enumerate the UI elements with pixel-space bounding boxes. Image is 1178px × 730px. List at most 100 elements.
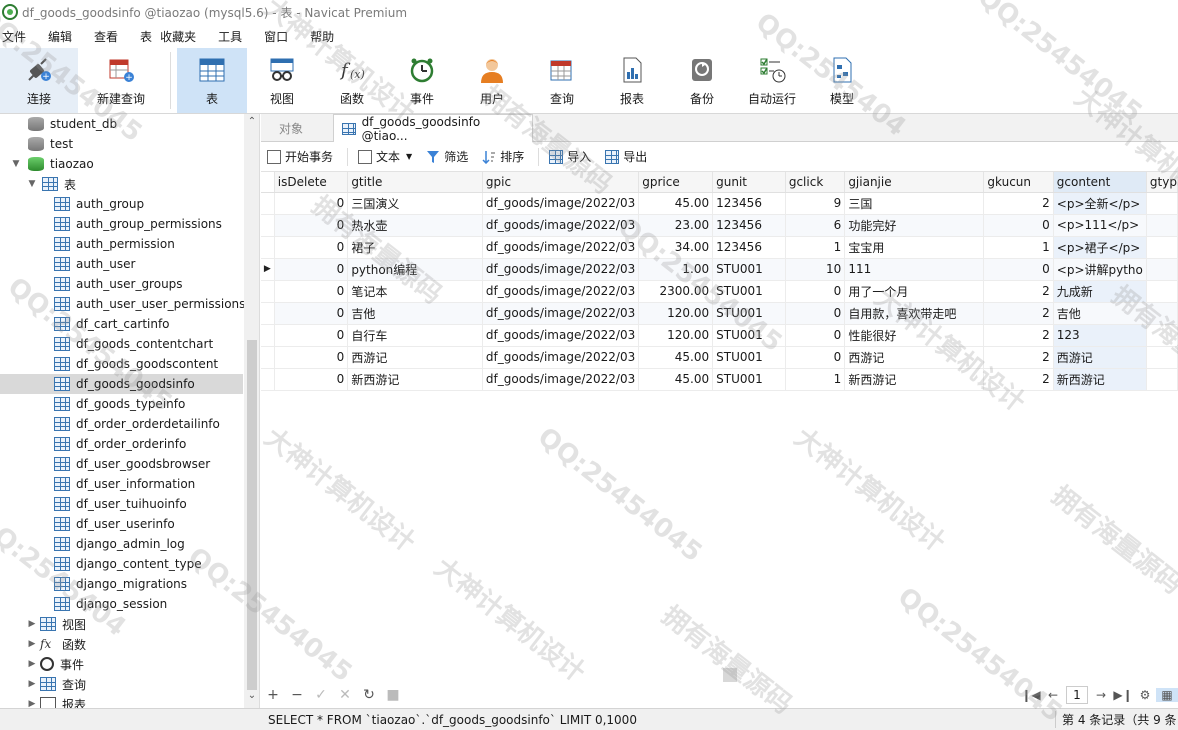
column-header-gkucun[interactable]: gkucun [983, 172, 1054, 193]
menu-file[interactable]: 文件 [0, 28, 38, 45]
tree-item-student-db[interactable]: student_db [28, 114, 117, 134]
first-page-icon[interactable]: ❙◀ [1020, 688, 1042, 702]
column-header-gtitle[interactable]: gtitle [347, 172, 483, 193]
filter-button[interactable]: 筛选 [426, 148, 468, 165]
column-header-gprice[interactable]: gprice [638, 172, 714, 193]
chevron-right-icon[interactable]: ▶ [26, 619, 38, 629]
cell-gcontent[interactable]: <p>111</p> [1053, 214, 1147, 237]
cell-gprice[interactable]: 120.00 [638, 302, 714, 325]
column-header-gcontent[interactable]: gcontent [1053, 172, 1147, 193]
chevron-right-icon[interactable]: ▶ [26, 659, 38, 669]
cell-gpic[interactable]: df_goods/image/2022/03 [482, 236, 640, 259]
cell-gjianjie[interactable]: 自用款，喜欢带走吧 [844, 302, 985, 325]
sidebar-table-item[interactable]: df_user_information [54, 474, 195, 494]
table-row[interactable]: ▶ 0 python编程 df_goods/image/2022/03 1.00 STU0… [261, 258, 1178, 281]
cell-gpic[interactable]: df_goods/image/2022/03 [482, 280, 640, 303]
row-indicator[interactable] [261, 192, 275, 215]
cell-isdelete[interactable]: 0 [274, 236, 349, 259]
gear-icon[interactable]: ⚙ [1134, 688, 1156, 702]
chevron-down-icon[interactable]: ▼ [26, 179, 38, 189]
grid-view-icon[interactable]: ▦ [1156, 688, 1178, 702]
cell-gclick[interactable]: 1 [785, 236, 846, 259]
table-button[interactable]: 表 [177, 48, 247, 113]
cell-isdelete[interactable]: 0 [274, 324, 349, 347]
cell-gtitle[interactable]: 新西游记 [347, 368, 483, 391]
cell-gpic[interactable]: df_goods/image/2022/03 [482, 302, 640, 325]
cell-gkucun[interactable]: 2 [983, 324, 1054, 347]
connect-button[interactable]: + 连接 [0, 48, 78, 113]
cell-gtyp[interactable] [1146, 192, 1178, 215]
next-page-icon[interactable]: → [1090, 688, 1112, 702]
table-row[interactable]: 0 新西游记 df_goods/image/2022/03 45.00 STU001 1 新… [261, 368, 1178, 391]
tree-item-test[interactable]: test [28, 134, 73, 154]
new-query-button[interactable]: + 新建查询 [78, 48, 164, 113]
apply-changes-icon[interactable]: ✓ [309, 687, 333, 703]
cell-gpic[interactable]: df_goods/image/2022/03 [482, 346, 640, 369]
cell-gclick[interactable]: 0 [785, 302, 846, 325]
cell-gprice[interactable]: 23.00 [638, 214, 714, 237]
cell-gtyp[interactable] [1146, 346, 1178, 369]
cell-gtyp[interactable] [1146, 368, 1178, 391]
cell-gjianjie[interactable]: 西游记 [844, 346, 985, 369]
cell-gkucun[interactable]: 2 [983, 280, 1054, 303]
sidebar-table-item[interactable]: df_user_goodsbrowser [54, 454, 210, 474]
cell-gunit[interactable]: 123456 [712, 192, 786, 215]
row-indicator[interactable] [261, 214, 275, 237]
cell-gtitle[interactable]: 自行车 [347, 324, 483, 347]
table-row[interactable]: 0 西游记 df_goods/image/2022/03 45.00 STU001 0 西游… [261, 346, 1178, 369]
sidebar-table-item[interactable]: df_goods_contentchart [54, 334, 213, 354]
cell-gjianjie[interactable]: 111 [844, 258, 985, 281]
cell-gunit[interactable]: 123456 [712, 236, 786, 259]
cell-gtitle[interactable]: python编程 [347, 258, 483, 281]
cell-gtyp[interactable] [1146, 236, 1178, 259]
menu-table[interactable]: 表 [138, 28, 158, 45]
cell-gcontent[interactable]: 新西游记 [1053, 368, 1147, 391]
cell-gtyp[interactable] [1146, 214, 1178, 237]
cell-gclick[interactable]: 10 [785, 258, 846, 281]
cell-gkucun[interactable]: 0 [983, 258, 1054, 281]
chevron-right-icon[interactable]: ▶ [26, 699, 38, 708]
view-button[interactable]: 视图 [247, 48, 317, 113]
tab-objects[interactable]: 对象 [271, 114, 341, 142]
automation-button[interactable]: 自动运行 [737, 48, 807, 113]
text-button[interactable]: 文本 ▼ [358, 148, 412, 165]
sidebar-table-item[interactable]: df_goods_goodscontent [54, 354, 218, 374]
sidebar-table-item[interactable]: django_migrations [54, 574, 187, 594]
table-row[interactable]: 0 三国演义 df_goods/image/2022/03 45.00 123456 9 三… [261, 192, 1178, 215]
tree-item-functions[interactable]: ▶ fx 函数 [26, 634, 86, 654]
table-row[interactable]: 0 裙子 df_goods/image/2022/03 34.00 123456 1 宝宝用… [261, 236, 1178, 259]
column-header-isdelete[interactable]: isDelete [274, 172, 349, 193]
cell-gunit[interactable]: STU001 [712, 280, 786, 303]
tree-item-tiaozao[interactable]: ▼ tiaozao [10, 154, 94, 174]
chevron-right-icon[interactable]: ▶ [26, 639, 38, 649]
sidebar-table-item[interactable]: auth_user_groups [54, 274, 183, 294]
scroll-down-icon[interactable]: ⌄ [244, 690, 259, 701]
cell-isdelete[interactable]: 0 [274, 192, 349, 215]
cell-gprice[interactable]: 45.00 [638, 368, 714, 391]
cell-gpic[interactable]: df_goods/image/2022/03 [482, 368, 640, 391]
cell-gpic[interactable]: df_goods/image/2022/03 [482, 192, 640, 215]
cell-gcontent[interactable]: <p>裙子</p> [1053, 236, 1147, 259]
cell-gjianjie[interactable]: 功能完好 [844, 214, 985, 237]
report-button[interactable]: 报表 [597, 48, 667, 113]
row-indicator[interactable] [261, 302, 275, 325]
chevron-right-icon[interactable]: ▶ [26, 679, 38, 689]
cell-gtitle[interactable]: 三国演义 [347, 192, 483, 215]
sidebar-table-item[interactable]: django_admin_log [54, 534, 185, 554]
sidebar-table-item[interactable]: auth_user_user_permissions [54, 294, 245, 314]
cell-gcontent[interactable]: 西游记 [1053, 346, 1147, 369]
current-row-indicator-icon[interactable]: ▶ [261, 258, 275, 281]
column-header-gjianjie[interactable]: gjianjie [844, 172, 985, 193]
sidebar-table-item[interactable]: auth_group_permissions [54, 214, 222, 234]
table-row[interactable]: 0 吉他 df_goods/image/2022/03 120.00 STU001 0 自用… [261, 302, 1178, 325]
column-header-gtype[interactable]: gtyp [1146, 172, 1178, 193]
column-header-gpic[interactable]: gpic [482, 172, 640, 193]
menu-tools[interactable]: 工具 [216, 28, 254, 45]
cell-gclick[interactable]: 1 [785, 368, 846, 391]
cell-gunit[interactable]: STU001 [712, 346, 786, 369]
cell-gcontent[interactable]: <p>全新</p> [1053, 192, 1147, 215]
function-button[interactable]: f (x) 函数 [317, 48, 387, 113]
menu-help[interactable]: 帮助 [308, 28, 346, 45]
cell-gtitle[interactable]: 热水壶 [347, 214, 483, 237]
sidebar-table-item[interactable]: df_order_orderinfo [54, 434, 186, 454]
